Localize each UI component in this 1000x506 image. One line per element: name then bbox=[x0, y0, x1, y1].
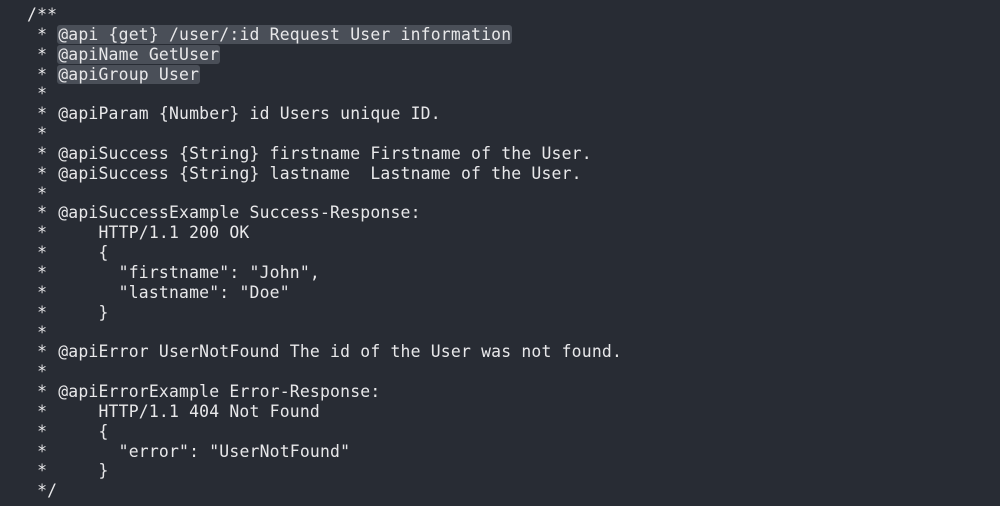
comment-prefix: * bbox=[27, 262, 118, 282]
code-line[interactable]: * "firstname": "John", bbox=[27, 263, 1000, 283]
code-line[interactable]: * bbox=[27, 323, 1000, 343]
code-text: HTTP/1.1 404 Not Found bbox=[98, 401, 320, 421]
code-text: @apiParam {Number} id Users unique ID. bbox=[58, 104, 441, 124]
comment-prefix: * bbox=[27, 124, 48, 144]
code-text: @apiName GetUser bbox=[57, 44, 221, 64]
code-line[interactable]: * @apiGroup User bbox=[27, 64, 1000, 85]
code-line[interactable]: /** bbox=[27, 5, 1000, 25]
code-text: } bbox=[98, 302, 109, 322]
comment-prefix: * bbox=[27, 104, 58, 124]
code-line[interactable]: * @apiSuccess {String} firstname Firstna… bbox=[27, 144, 1000, 164]
code-text: @apiSuccess {String} firstname Firstname… bbox=[58, 143, 592, 163]
code-line[interactable]: * bbox=[27, 124, 1000, 144]
code-line[interactable]: * { bbox=[27, 422, 1000, 442]
comment-prefix: */ bbox=[27, 481, 58, 501]
code-text: } bbox=[98, 461, 109, 481]
code-line[interactable]: * @api {get} /user/:id Request User info… bbox=[27, 24, 1000, 45]
code-text: "lastname": "Doe" bbox=[118, 282, 290, 302]
code-text: @apiGroup User bbox=[57, 64, 201, 84]
comment-prefix: * bbox=[27, 203, 58, 223]
comment-prefix: * bbox=[27, 302, 98, 322]
comment-prefix: * bbox=[27, 461, 98, 481]
comment-prefix: * bbox=[27, 441, 118, 461]
comment-prefix: * bbox=[27, 322, 48, 342]
code-line[interactable]: * @apiErrorExample Error-Response: bbox=[27, 382, 1000, 402]
code-text: HTTP/1.1 200 OK bbox=[98, 223, 250, 243]
code-line[interactable]: * @apiName GetUser bbox=[27, 44, 1000, 65]
code-editor[interactable]: /** * @api {get} /user/:id Request User … bbox=[0, 0, 1000, 506]
code-line[interactable]: * } bbox=[27, 461, 1000, 481]
code-line[interactable]: * @apiError UserNotFound The id of the U… bbox=[27, 342, 1000, 362]
code-text: @apiSuccessExample Success-Response: bbox=[58, 203, 421, 223]
code-text: { bbox=[98, 421, 109, 441]
comment-prefix: * bbox=[27, 24, 58, 44]
code-line[interactable]: */ bbox=[27, 481, 1000, 501]
comment-prefix: * bbox=[27, 421, 98, 441]
comment-prefix: * bbox=[27, 243, 98, 263]
comment-prefix: * bbox=[27, 282, 118, 302]
code-line[interactable]: * { bbox=[27, 243, 1000, 263]
comment-prefix: * bbox=[27, 382, 58, 402]
code-line[interactable]: * @apiSuccessExample Success-Response: bbox=[27, 203, 1000, 223]
code-text: "error": "UserNotFound" bbox=[118, 441, 351, 461]
comment-prefix: * bbox=[27, 64, 58, 84]
comment-prefix: * bbox=[27, 183, 48, 203]
code-line[interactable]: * "error": "UserNotFound" bbox=[27, 442, 1000, 462]
code-line[interactable]: * "lastname": "Doe" bbox=[27, 283, 1000, 303]
code-text: "firstname": "John", bbox=[118, 262, 320, 282]
code-line[interactable]: * HTTP/1.1 200 OK bbox=[27, 223, 1000, 243]
code-text: @apiError UserNotFound The id of the Use… bbox=[58, 342, 623, 362]
code-line[interactable]: * @apiParam {Number} id Users unique ID. bbox=[27, 104, 1000, 124]
comment-prefix: * bbox=[27, 401, 98, 421]
code-text: @api {get} /user/:id Request User inform… bbox=[57, 24, 513, 44]
comment-prefix: /** bbox=[27, 5, 58, 24]
code-line[interactable]: * bbox=[27, 362, 1000, 382]
comment-prefix: * bbox=[27, 163, 58, 183]
comment-prefix: * bbox=[27, 84, 48, 104]
code-line[interactable]: * bbox=[27, 84, 1000, 104]
code-line[interactable]: * } bbox=[27, 303, 1000, 323]
comment-prefix: * bbox=[27, 362, 48, 382]
comment-prefix: * bbox=[27, 342, 58, 362]
comment-prefix: * bbox=[27, 44, 58, 64]
code-text: { bbox=[98, 243, 109, 263]
code-text: @apiSuccess {String} lastname Lastname o… bbox=[58, 163, 582, 183]
code-line[interactable]: * HTTP/1.1 404 Not Found bbox=[27, 402, 1000, 422]
comment-prefix: * bbox=[27, 223, 98, 243]
code-line[interactable]: * bbox=[27, 184, 1000, 204]
comment-prefix: * bbox=[27, 143, 58, 163]
code-line[interactable]: * @apiSuccess {String} lastname Lastname… bbox=[27, 164, 1000, 184]
code-text: @apiErrorExample Error-Response: bbox=[58, 382, 381, 402]
